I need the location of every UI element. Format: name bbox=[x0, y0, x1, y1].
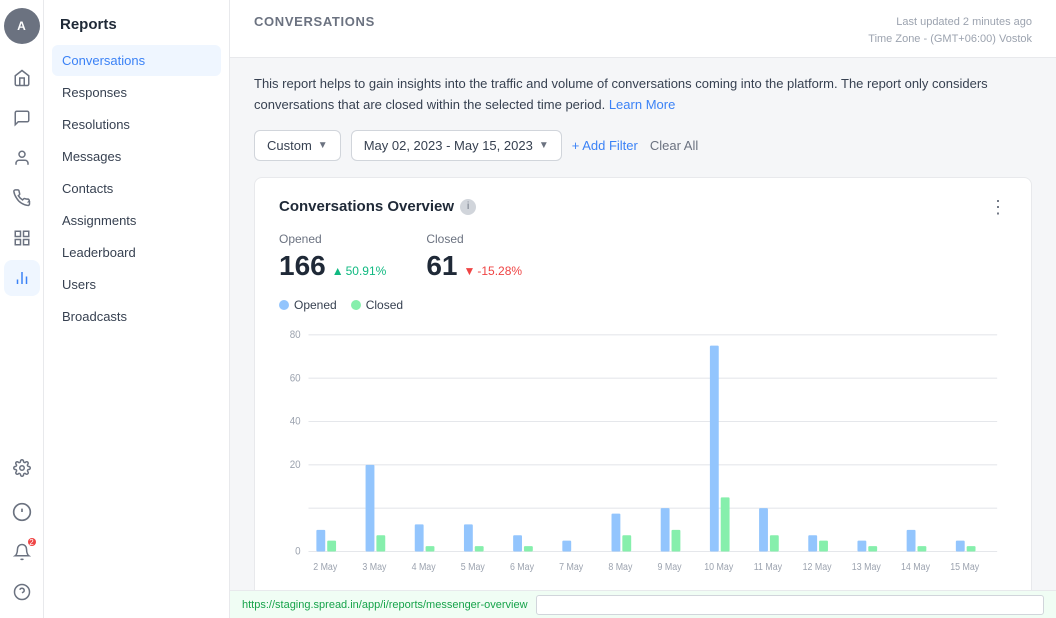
sidebar-item-messages[interactable]: Messages bbox=[52, 141, 221, 172]
help-icon[interactable] bbox=[4, 574, 40, 610]
closed-label: Closed bbox=[426, 232, 522, 246]
contacts-icon[interactable] bbox=[4, 140, 40, 176]
page-title: CONVERSATIONS bbox=[254, 14, 375, 29]
sidebar-item-broadcasts[interactable]: Broadcasts bbox=[52, 301, 221, 332]
chart-container: 80 60 40 20 0 2 May 3 May bbox=[279, 324, 1007, 584]
date-range-filter[interactable]: May 02, 2023 - May 15, 2023 ▼ bbox=[351, 130, 562, 161]
opened-stat: Opened 166 ▲ 50.91% bbox=[279, 232, 386, 282]
svg-text:80: 80 bbox=[290, 329, 301, 341]
sidebar-nav: ConversationsResponsesResolutionsMessage… bbox=[44, 41, 229, 336]
avatar[interactable]: A bbox=[4, 8, 40, 44]
opened-label: Opened bbox=[279, 232, 386, 246]
closed-stat: Closed 61 ▼ -15.28% bbox=[426, 232, 522, 282]
period-chevron-icon: ▼ bbox=[318, 140, 328, 151]
svg-text:4 May: 4 May bbox=[412, 561, 436, 571]
home-icon[interactable] bbox=[4, 60, 40, 96]
svg-text:14 May: 14 May bbox=[901, 561, 930, 571]
period-filter[interactable]: Custom ▼ bbox=[254, 130, 341, 161]
legend-closed: Closed bbox=[351, 298, 403, 312]
closed-legend-label: Closed bbox=[366, 298, 403, 312]
sidebar-title: Reports bbox=[44, 0, 229, 41]
last-updated-text: Last updated 2 minutes ago bbox=[868, 14, 1032, 31]
legend-row: Opened Closed bbox=[279, 298, 1007, 312]
icon-rail: A 2 bbox=[0, 0, 44, 618]
stats-row: Opened 166 ▲ 50.91% Closed 61 ▼ bbox=[279, 232, 1007, 282]
timezone-text: Time Zone - (GMT+06:00) Vostok bbox=[868, 31, 1032, 48]
reports-icon[interactable] bbox=[4, 260, 40, 296]
closed-value: 61 bbox=[426, 250, 457, 282]
sidebar-item-resolutions[interactable]: Resolutions bbox=[52, 109, 221, 140]
card-header: Conversations Overview i ⋮ bbox=[279, 198, 1007, 216]
date-range-label: May 02, 2023 - May 15, 2023 bbox=[364, 138, 533, 153]
notifications-icon[interactable]: 2 bbox=[4, 534, 40, 570]
svg-text:9 May: 9 May bbox=[658, 561, 682, 571]
filters-row: Custom ▼ May 02, 2023 - May 15, 2023 ▼ +… bbox=[254, 130, 1032, 161]
svg-text:10 May: 10 May bbox=[704, 561, 733, 571]
settings-icon[interactable] bbox=[4, 450, 40, 486]
up-arrow-icon: ▲ bbox=[332, 264, 344, 278]
header-meta: Last updated 2 minutes ago Time Zone - (… bbox=[868, 14, 1032, 47]
period-label: Custom bbox=[267, 138, 312, 153]
down-arrow-icon: ▼ bbox=[463, 264, 475, 278]
svg-text:0: 0 bbox=[295, 546, 301, 558]
description-text: This report helps to gain insights into … bbox=[254, 74, 1032, 116]
agent-icon[interactable] bbox=[4, 494, 40, 530]
more-options-icon[interactable]: ⋮ bbox=[989, 198, 1007, 216]
opened-legend-dot bbox=[279, 300, 289, 310]
main-content: CONVERSATIONS Last updated 2 minutes ago… bbox=[230, 0, 1056, 618]
svg-text:5 May: 5 May bbox=[461, 561, 485, 571]
svg-text:8 May: 8 May bbox=[608, 561, 632, 571]
notification-badge: 2 bbox=[28, 538, 36, 546]
svg-text:13 May: 13 May bbox=[852, 561, 881, 571]
svg-text:12 May: 12 May bbox=[803, 561, 832, 571]
main-header: CONVERSATIONS Last updated 2 minutes ago… bbox=[230, 0, 1056, 58]
sidebar-item-responses[interactable]: Responses bbox=[52, 77, 221, 108]
org-icon[interactable] bbox=[4, 220, 40, 256]
sidebar-item-contacts[interactable]: Contacts bbox=[52, 173, 221, 204]
sidebar-item-conversations[interactable]: Conversations bbox=[52, 45, 221, 76]
add-filter-button[interactable]: + Add Filter bbox=[572, 138, 638, 153]
content-area: This report helps to gain insights into … bbox=[230, 58, 1056, 590]
legend-opened: Opened bbox=[279, 298, 337, 312]
svg-text:3 May: 3 May bbox=[362, 561, 386, 571]
clear-all-button[interactable]: Clear All bbox=[650, 138, 698, 153]
overview-card: Conversations Overview i ⋮ Opened 166 ▲ … bbox=[254, 177, 1032, 590]
info-icon[interactable]: i bbox=[460, 199, 476, 215]
sidebar: Reports ConversationsResponsesResolution… bbox=[44, 0, 230, 618]
opened-legend-label: Opened bbox=[294, 298, 337, 312]
svg-text:40: 40 bbox=[290, 416, 301, 428]
bottom-url: https://staging.spread.in/app/i/reports/… bbox=[242, 599, 528, 611]
chart-svg: 80 60 40 20 0 2 May 3 May bbox=[279, 324, 1007, 584]
bottom-input[interactable] bbox=[536, 595, 1044, 615]
svg-text:11 May: 11 May bbox=[754, 561, 783, 571]
svg-text:20: 20 bbox=[290, 459, 301, 471]
closed-change: ▼ -15.28% bbox=[463, 264, 522, 278]
svg-text:15 May: 15 May bbox=[950, 561, 979, 571]
svg-text:7 May: 7 May bbox=[559, 561, 583, 571]
sidebar-item-leaderboard[interactable]: Leaderboard bbox=[52, 237, 221, 268]
sidebar-item-users[interactable]: Users bbox=[52, 269, 221, 300]
svg-text:6 May: 6 May bbox=[510, 561, 534, 571]
date-chevron-icon: ▼ bbox=[539, 140, 549, 151]
signal-icon[interactable] bbox=[4, 180, 40, 216]
closed-legend-dot bbox=[351, 300, 361, 310]
svg-text:60: 60 bbox=[290, 373, 301, 385]
opened-change: ▲ 50.91% bbox=[332, 264, 387, 278]
learn-more-link[interactable]: Learn More bbox=[609, 97, 675, 112]
bottom-bar: https://staging.spread.in/app/i/reports/… bbox=[230, 590, 1056, 618]
chat-icon[interactable] bbox=[4, 100, 40, 136]
sidebar-item-assignments[interactable]: Assignments bbox=[52, 205, 221, 236]
svg-text:2 May: 2 May bbox=[313, 561, 337, 571]
opened-value: 166 bbox=[279, 250, 326, 282]
card-title: Conversations Overview bbox=[279, 198, 454, 215]
